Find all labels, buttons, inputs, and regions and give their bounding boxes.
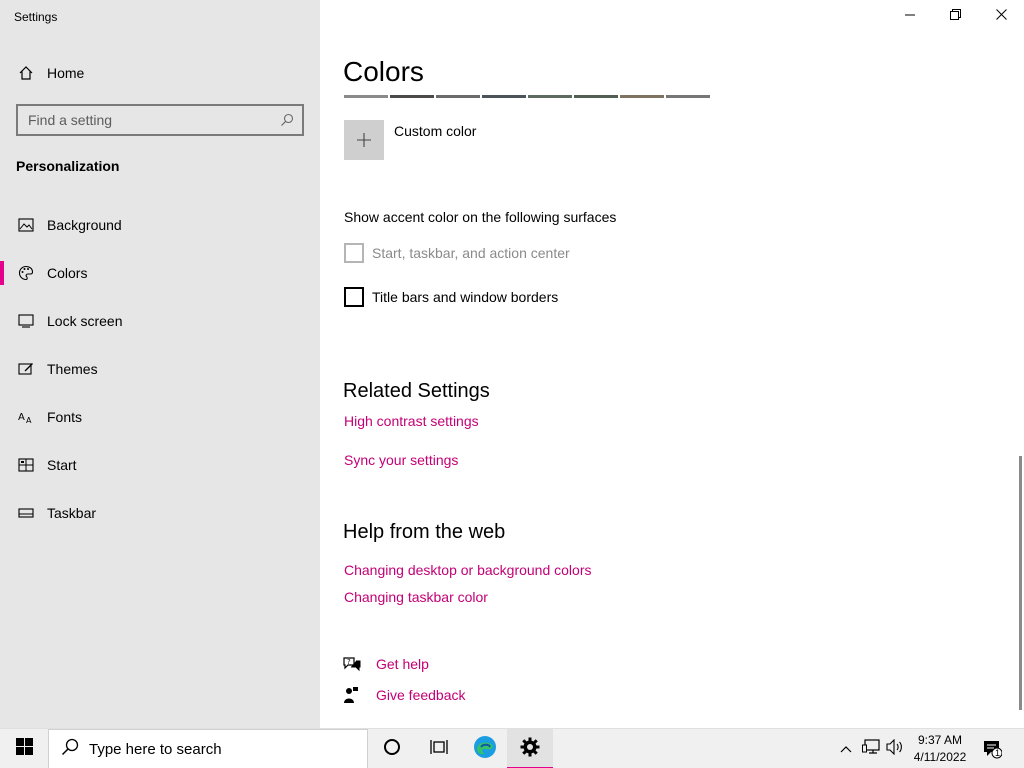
accent-swatch[interactable] bbox=[574, 95, 618, 98]
taskbar: Type here to search 9:37 AM 4/11/2022 1 bbox=[0, 728, 1024, 768]
accent-swatch[interactable] bbox=[344, 95, 388, 98]
plus-icon bbox=[344, 120, 384, 160]
accent-color-swatches bbox=[344, 95, 710, 98]
chevron-up-icon bbox=[840, 740, 852, 758]
give-feedback-link[interactable]: Give feedback bbox=[343, 686, 466, 704]
search-icon bbox=[280, 113, 294, 130]
settings-sidebar: Settings Home Personalization Background… bbox=[0, 0, 320, 728]
feedback-icon bbox=[343, 686, 361, 704]
taskbar-color-link[interactable]: Changing taskbar color bbox=[344, 589, 488, 605]
close-icon bbox=[995, 7, 1007, 25]
sidebar-item-label: Colors bbox=[47, 265, 88, 281]
sidebar-item-home[interactable]: Home bbox=[0, 53, 320, 93]
title-bars-checkbox[interactable]: Title bars and window borders bbox=[344, 287, 558, 307]
sidebar-item-label: Themes bbox=[47, 361, 98, 377]
home-icon bbox=[17, 64, 35, 82]
taskbar-clock[interactable]: 9:37 AM 4/11/2022 bbox=[908, 732, 972, 766]
restore-icon bbox=[949, 7, 961, 25]
taskbar-search-box[interactable]: Type here to search bbox=[48, 729, 368, 768]
content-scrollbar[interactable] bbox=[1016, 96, 1024, 728]
accent-swatch[interactable] bbox=[482, 95, 526, 98]
custom-color-button[interactable]: Custom color bbox=[344, 120, 476, 160]
lock-screen-icon bbox=[17, 312, 35, 330]
volume-icon bbox=[886, 738, 904, 760]
settings-app-button[interactable] bbox=[507, 729, 553, 768]
edge-browser-button[interactable] bbox=[462, 729, 508, 768]
show-hidden-icons-button[interactable] bbox=[836, 729, 856, 768]
network-icon bbox=[862, 738, 880, 760]
surfaces-label: Show accent color on the following surfa… bbox=[344, 209, 617, 225]
network-button[interactable] bbox=[860, 729, 882, 768]
sidebar-item-label: Fonts bbox=[47, 409, 83, 425]
taskbar-search-placeholder: Type here to search bbox=[89, 740, 222, 758]
accent-swatch[interactable] bbox=[620, 95, 664, 98]
close-button[interactable] bbox=[978, 0, 1024, 32]
restore-button[interactable] bbox=[932, 0, 978, 32]
find-setting-search[interactable] bbox=[16, 104, 304, 136]
cortana-circle-icon bbox=[383, 738, 401, 761]
gear-icon bbox=[520, 737, 540, 762]
checkbox-box bbox=[344, 243, 364, 263]
sidebar-item-background[interactable]: Background bbox=[0, 205, 320, 245]
section-title: Personalization bbox=[16, 158, 120, 174]
task-view-icon bbox=[430, 738, 448, 761]
start-button[interactable] bbox=[0, 729, 48, 768]
taskbar-icon bbox=[17, 504, 35, 522]
svg-text:A: A bbox=[18, 412, 25, 423]
sidebar-item-themes[interactable]: Themes bbox=[0, 349, 320, 389]
themes-icon bbox=[17, 360, 35, 378]
notification-icon: 1 bbox=[982, 739, 1003, 759]
search-icon bbox=[61, 738, 79, 761]
app-title: Settings bbox=[14, 10, 58, 24]
sidebar-item-lock-screen[interactable]: Lock screen bbox=[0, 301, 320, 341]
start-taskbar-checkbox[interactable]: Start, taskbar, and action center bbox=[344, 243, 570, 263]
get-help-link[interactable]: ? Get help bbox=[343, 655, 429, 673]
notification-count: 1 bbox=[994, 748, 1000, 758]
sidebar-item-label: Lock screen bbox=[47, 313, 123, 329]
accent-swatch[interactable] bbox=[666, 95, 710, 98]
find-setting-input[interactable] bbox=[28, 112, 268, 128]
start-icon bbox=[17, 456, 35, 474]
task-view-button[interactable] bbox=[416, 729, 462, 768]
sidebar-item-label: Background bbox=[47, 217, 122, 233]
sidebar-item-taskbar[interactable]: Taskbar bbox=[0, 493, 320, 533]
give-feedback-label: Give feedback bbox=[376, 687, 466, 703]
desktop-colors-link[interactable]: Changing desktop or background colors bbox=[344, 562, 592, 578]
edge-browser-icon bbox=[473, 735, 497, 764]
custom-color-label: Custom color bbox=[394, 123, 477, 139]
accent-swatch[interactable] bbox=[390, 95, 434, 98]
sidebar-item-label: Start bbox=[47, 457, 77, 473]
get-help-label: Get help bbox=[376, 656, 429, 672]
clock-date: 4/11/2022 bbox=[913, 750, 967, 764]
high-contrast-link[interactable]: High contrast settings bbox=[344, 413, 479, 429]
fonts-icon: AA bbox=[17, 408, 35, 426]
volume-button[interactable] bbox=[884, 729, 906, 768]
accent-swatch[interactable] bbox=[528, 95, 572, 98]
scroll-thumb[interactable] bbox=[1019, 456, 1022, 710]
svg-text:?: ? bbox=[347, 658, 351, 666]
clock-time: 9:37 AM bbox=[917, 733, 963, 747]
action-center-button[interactable]: 1 bbox=[980, 729, 1004, 768]
minimize-button[interactable] bbox=[887, 0, 933, 32]
sidebar-item-fonts[interactable]: AA Fonts bbox=[0, 397, 320, 437]
picture-icon bbox=[17, 216, 35, 234]
sidebar-item-label: Taskbar bbox=[47, 505, 97, 521]
checkbox-label: Start, taskbar, and action center bbox=[372, 245, 570, 261]
accent-swatch[interactable] bbox=[436, 95, 480, 98]
cortana-button[interactable] bbox=[369, 729, 415, 768]
checkbox-label: Title bars and window borders bbox=[372, 289, 559, 305]
checkbox-box bbox=[344, 287, 364, 307]
palette-icon bbox=[17, 264, 35, 282]
related-settings-heading: Related Settings bbox=[343, 380, 490, 402]
chat-help-icon: ? bbox=[343, 655, 361, 673]
sync-settings-link[interactable]: Sync your settings bbox=[344, 452, 458, 468]
sidebar-item-colors[interactable]: Colors bbox=[0, 253, 320, 293]
svg-text:A: A bbox=[26, 416, 32, 424]
minimize-icon bbox=[905, 7, 915, 25]
windows-logo-icon bbox=[15, 738, 33, 760]
page-title: Colors bbox=[343, 56, 424, 87]
sidebar-item-start[interactable]: Start bbox=[0, 445, 320, 485]
sidebar-item-label: Home bbox=[47, 65, 85, 81]
help-web-heading: Help from the web bbox=[343, 521, 506, 543]
